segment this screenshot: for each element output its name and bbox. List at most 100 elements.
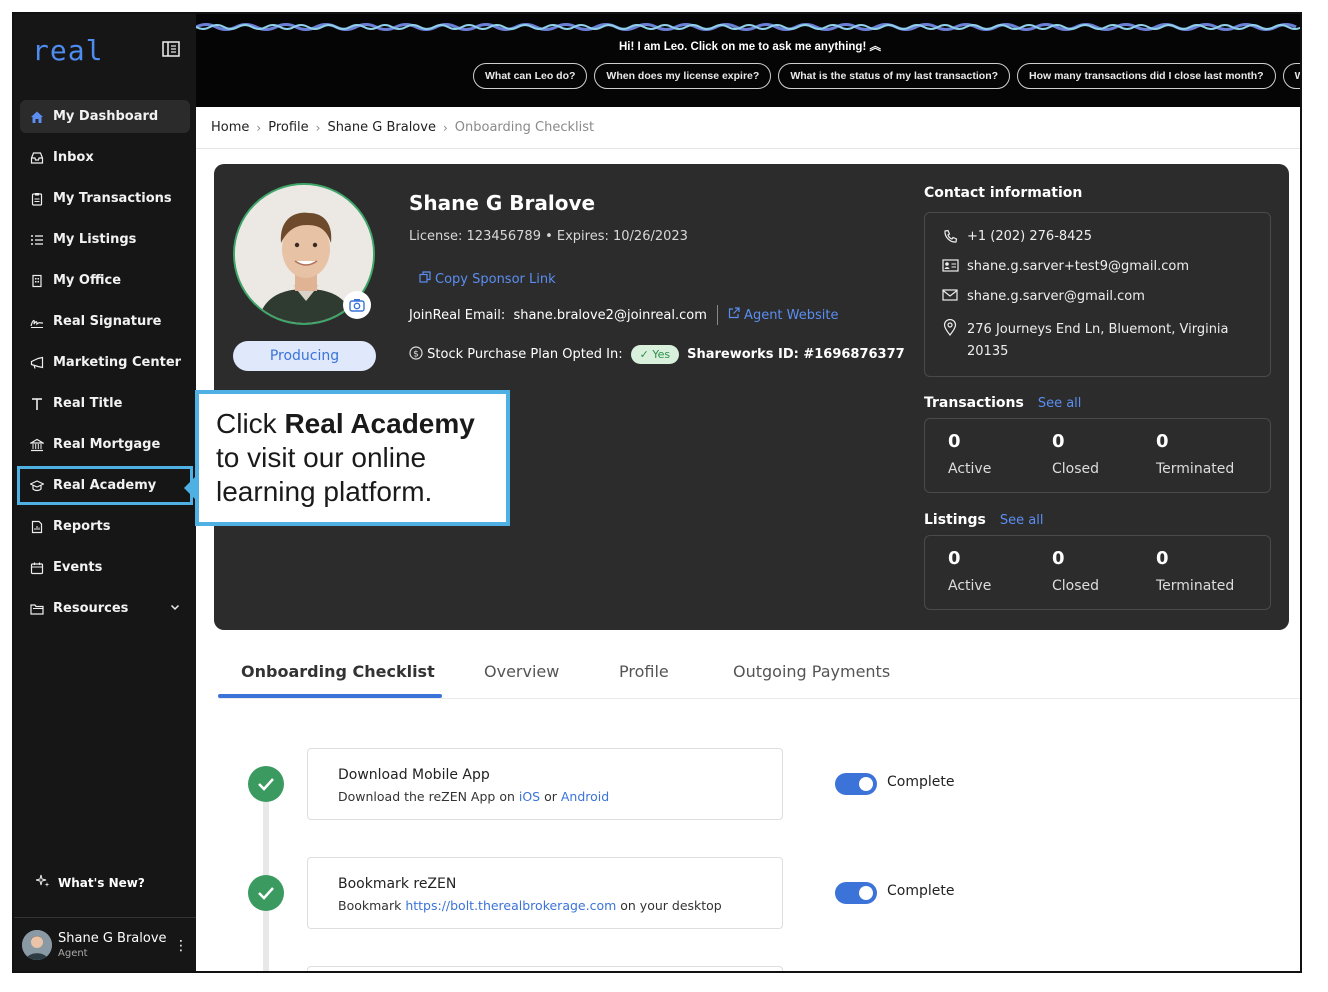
- listings-stats: 0 Active 0 Closed 0 Terminated: [924, 535, 1271, 610]
- check-circle-icon: [248, 875, 284, 911]
- divider: [14, 917, 196, 918]
- whats-new-link[interactable]: What's New?: [35, 874, 145, 891]
- contact-email: shane.g.sarver@gmail.com: [941, 289, 1145, 304]
- sidebar-item-my-office[interactable]: My Office: [20, 264, 190, 297]
- sidebar-item-real-mortgage[interactable]: Real Mortgage: [20, 428, 190, 461]
- email-label: JoinReal Email:: [409, 307, 506, 323]
- more-options-icon[interactable]: ⋮: [174, 938, 188, 954]
- building-icon: [30, 274, 44, 288]
- check-icon: ✓: [639, 348, 649, 361]
- camera-icon[interactable]: [343, 291, 371, 319]
- contact-address: 276 Journeys End Ln, Bluemont, Virginia 2…: [941, 319, 1229, 363]
- shareworks-id: Shareworks ID: #1696876377: [687, 347, 905, 362]
- chevron-right-icon: ›: [315, 120, 321, 135]
- whats-new-label: What's New?: [58, 875, 145, 890]
- collapse-sidebar-icon[interactable]: [162, 40, 180, 58]
- leo-message[interactable]: Hi! I am Leo. Click on me to ask me anyt…: [196, 38, 1300, 54]
- toggle-label: Complete: [887, 883, 955, 899]
- breadcrumb-user[interactable]: Shane G Bralove: [327, 120, 436, 135]
- phone-icon: [941, 229, 959, 244]
- suggestion-chip[interactable]: What w: [1282, 63, 1300, 89]
- android-link[interactable]: Android: [561, 789, 609, 804]
- agent-website-link[interactable]: Agent Website: [728, 307, 838, 323]
- sidebar-item-my-dashboard[interactable]: My Dashboard: [20, 100, 190, 133]
- complete-toggle[interactable]: [835, 882, 877, 904]
- check-circle-icon: [248, 766, 284, 802]
- sidebar-item-resources[interactable]: Resources: [20, 592, 190, 625]
- sidebar-item-reports[interactable]: Reports: [20, 510, 190, 543]
- sidebar-item-label: Marketing Center: [53, 355, 182, 370]
- copy-sponsor-link[interactable]: Copy Sponsor Link: [419, 271, 556, 287]
- stat-active: 0 Active: [948, 548, 992, 594]
- tab-overview[interactable]: Overview: [484, 662, 559, 681]
- transactions-header: Transactions See all: [924, 395, 1082, 411]
- clipboard-icon: [30, 192, 44, 206]
- sidebar-item-my-transactions[interactable]: My Transactions: [20, 182, 190, 215]
- suggestion-chip[interactable]: When does my license expire?: [594, 63, 772, 89]
- stat-terminated: 0 Terminated: [1156, 548, 1235, 594]
- megaphone-icon: [30, 356, 44, 370]
- sidebar-item-label: My Office: [53, 273, 122, 288]
- complete-toggle[interactable]: [835, 773, 877, 795]
- sidebar-item-real-academy[interactable]: Real Academy: [17, 466, 193, 505]
- listings-header: Listings See all: [924, 512, 1044, 528]
- sidebar: real My Dashboard Inbox My Transactions: [14, 14, 196, 971]
- profile-tabs: Onboarding Checklist Overview Profile Ou…: [218, 656, 1300, 699]
- stock-plan-badge: ✓ Yes: [630, 345, 680, 364]
- sidebar-item-label: Real Signature: [53, 314, 162, 329]
- breadcrumb-current: Onboarding Checklist: [454, 120, 595, 135]
- inbox-icon: [30, 151, 44, 165]
- sidebar-item-real-signature[interactable]: Real Signature: [20, 305, 190, 338]
- sidebar-item-marketing-center[interactable]: Marketing Center: [20, 346, 190, 379]
- sidebar-item-label: Reports: [53, 519, 111, 534]
- checklist-item-download-app: Download Mobile App Download the reZEN A…: [307, 748, 783, 820]
- chevron-right-icon: ›: [442, 120, 448, 135]
- listings-see-all-link[interactable]: See all: [1000, 513, 1044, 528]
- list-icon: [30, 233, 44, 247]
- leo-assistant-bar[interactable]: Hi! I am Leo. Click on me to ask me anyt…: [196, 14, 1300, 107]
- home-icon: [30, 110, 44, 124]
- joinreal-email-row: JoinReal Email: shane.bralove2@joinreal.…: [409, 305, 838, 325]
- breadcrumb: Home › Profile › Shane G Bralove › Onboa…: [196, 107, 1300, 149]
- sidebar-item-inbox[interactable]: Inbox: [20, 141, 190, 174]
- user-role: Agent: [58, 948, 88, 959]
- sidebar-nav: My Dashboard Inbox My Transactions My Li…: [17, 100, 193, 633]
- contact-phone: +1 (202) 276-8425: [941, 229, 1092, 244]
- contact-title: Contact information: [924, 185, 1083, 201]
- sidebar-item-label: Real Academy: [53, 478, 157, 493]
- suggestion-chip[interactable]: What is the status of my last transactio…: [778, 63, 1011, 89]
- toggle-label: Complete: [887, 774, 955, 790]
- real-logo[interactable]: real: [32, 34, 103, 67]
- tutorial-callout: Click Real Academy to visit our online le…: [195, 390, 510, 526]
- chevron-down-icon[interactable]: [170, 601, 180, 616]
- stat-active: 0 Active: [948, 431, 992, 477]
- checklist-item-next: [307, 966, 783, 971]
- copy-icon: [419, 271, 431, 287]
- transactions-see-all-link[interactable]: See all: [1038, 396, 1082, 411]
- ios-link[interactable]: iOS: [519, 789, 540, 804]
- tab-onboarding-checklist[interactable]: Onboarding Checklist: [241, 662, 435, 681]
- sidebar-item-my-listings[interactable]: My Listings: [20, 223, 190, 256]
- user-profile[interactable]: Shane G Bralove Agent: [22, 930, 167, 960]
- sidebar-item-label: Inbox: [53, 150, 94, 165]
- title-icon: [30, 397, 44, 411]
- waveform-graphic: [196, 23, 1300, 31]
- suggestion-chip[interactable]: What can Leo do?: [473, 63, 588, 89]
- chevron-up-icon[interactable]: ︽: [870, 41, 882, 53]
- sidebar-item-events[interactable]: Events: [20, 551, 190, 584]
- sidebar-item-label: My Transactions: [53, 191, 172, 206]
- profile-name: Shane G Bralove: [409, 191, 596, 215]
- sidebar-item-label: My Dashboard: [53, 109, 159, 124]
- report-icon: [30, 520, 44, 534]
- status-badge: Producing: [233, 341, 376, 371]
- sidebar-item-real-title[interactable]: Real Title: [20, 387, 190, 420]
- tab-profile[interactable]: Profile: [619, 662, 669, 681]
- stat-closed: 0 Closed: [1052, 548, 1100, 594]
- transactions-stats: 0 Active 0 Closed 0 Terminated: [924, 418, 1271, 493]
- sidebar-item-label: Real Title: [53, 396, 123, 411]
- breadcrumb-home[interactable]: Home: [211, 120, 249, 135]
- bolt-link[interactable]: https://bolt.therealbrokerage.com: [405, 898, 616, 913]
- breadcrumb-profile[interactable]: Profile: [268, 120, 308, 135]
- suggestion-chip[interactable]: How many transactions did I close last m…: [1017, 63, 1276, 89]
- tab-outgoing-payments[interactable]: Outgoing Payments: [733, 662, 890, 681]
